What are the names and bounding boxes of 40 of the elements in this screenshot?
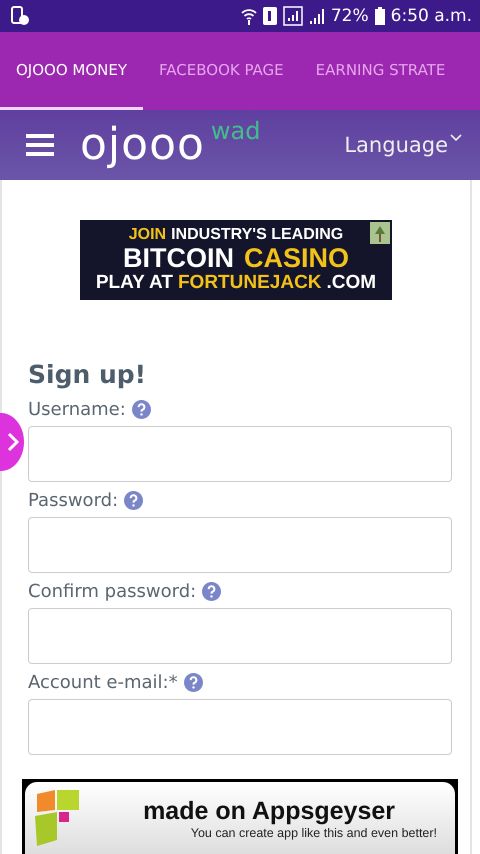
help-icon[interactable] xyxy=(124,491,144,510)
input-field[interactable] xyxy=(28,426,452,482)
menu-icon[interactable] xyxy=(26,134,54,156)
promo-subtitle: You can create app like this and even better! xyxy=(190,826,437,840)
field-label: Confirm password: xyxy=(28,581,196,602)
input-field[interactable] xyxy=(28,699,452,755)
ad-text: FORTUNEJACK xyxy=(178,272,322,293)
signal-icon xyxy=(308,7,325,25)
logo-text: ojooo xyxy=(80,123,205,167)
ad-text: .COM xyxy=(326,272,376,293)
wifi-icon xyxy=(240,7,257,25)
help-icon[interactable] xyxy=(132,400,151,419)
tab[interactable]: EARNING STRATE xyxy=(300,32,462,110)
clock-time: 6:50 a.m. xyxy=(390,6,472,26)
field-label: Account e-mail:* xyxy=(28,672,178,693)
ad-text: BITCOIN xyxy=(122,244,234,273)
ad-text: INDUSTRY'S LEADING xyxy=(171,227,344,244)
promo-banner[interactable]: made on Appsgeyser You can create app like this and even better! xyxy=(22,779,458,854)
help-icon[interactable] xyxy=(202,582,222,601)
tab[interactable]: FACEBOOK PAGE xyxy=(143,32,300,110)
logo-suffix: wad xyxy=(210,117,260,145)
promo-title: made on Appsgeyser xyxy=(143,796,395,826)
ad-text: CASINO xyxy=(244,244,349,273)
battery-percent: 72% xyxy=(330,6,369,26)
form-title: Sign up! xyxy=(28,360,148,389)
input-field[interactable] xyxy=(28,517,452,573)
sim-icon xyxy=(262,7,277,25)
signal-icon xyxy=(282,6,303,26)
help-icon[interactable] xyxy=(184,673,203,692)
battery-icon xyxy=(374,7,385,25)
field-label: Username: xyxy=(28,399,126,420)
ad-text: JOIN xyxy=(128,227,166,244)
input-field[interactable] xyxy=(28,608,452,664)
field-label: Password: xyxy=(28,490,118,511)
phone-clock-icon xyxy=(10,6,30,26)
caret-icon xyxy=(450,133,462,143)
ad-banner[interactable]: JOIN INDUSTRY'S LEADING BITCOIN CASINO PLAY AT FORTUNEJACK .COM xyxy=(80,220,392,300)
language-dropdown[interactable]: Language xyxy=(344,133,462,157)
tree-icon xyxy=(370,222,390,244)
ad-text: PLAY AT xyxy=(96,272,173,293)
